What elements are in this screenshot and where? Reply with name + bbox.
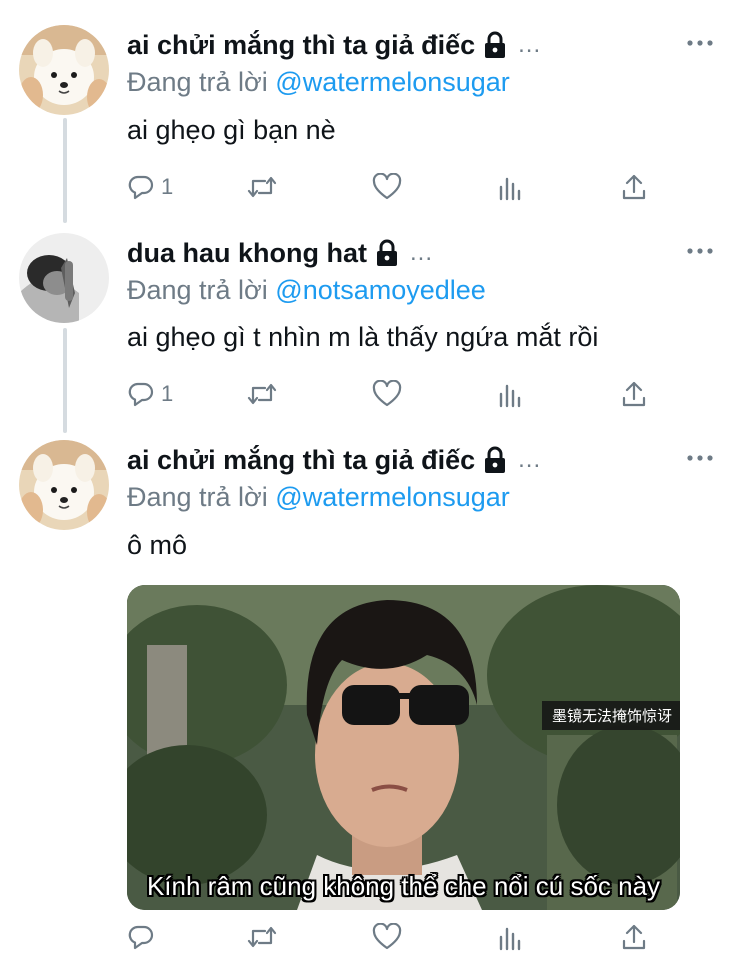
reply-icon [128, 382, 154, 407]
tweet-header: dua hau khong hat ... [127, 233, 433, 273]
share-icon [622, 924, 646, 950]
replying-to: Đang trả lời @watermelonsugar [127, 482, 510, 513]
handle-ellipsis: ... [410, 239, 434, 266]
like-icon [372, 380, 402, 407]
mention-link[interactable]: @watermelonsugar [275, 67, 510, 97]
media-watermark-tag: 墨镜无法掩饰惊讶 [541, 701, 680, 730]
handle-ellipsis: ... [518, 446, 542, 473]
mention-link[interactable]: @notsamoyedlee [275, 275, 486, 305]
retweet-icon [247, 926, 277, 948]
retweet-button[interactable] [247, 377, 277, 411]
share-icon [622, 381, 646, 407]
analytics-button[interactable] [497, 920, 523, 954]
like-button[interactable] [372, 920, 402, 954]
analytics-button[interactable] [497, 170, 523, 204]
retweet-button[interactable] [247, 920, 277, 954]
more-icon[interactable] [686, 243, 714, 254]
analytics-button[interactable] [497, 377, 523, 411]
avatar-person[interactable] [19, 233, 109, 323]
replying-to-prefix: Đang trả lời [127, 482, 268, 512]
tweet-media-image[interactable]: 墨镜无法掩饰惊讶 Kính râm cũng không thể che nổi… [127, 585, 680, 910]
avatar-white-dog[interactable] [19, 440, 109, 530]
lock-icon [482, 31, 508, 59]
lock-icon [482, 446, 508, 474]
like-icon [372, 923, 402, 950]
display-name[interactable]: ai chửi mắng thì ta giả điếc [127, 30, 475, 61]
replying-to-prefix: Đang trả lời [127, 67, 268, 97]
media-caption: Kính râm cũng không thể che nổi cú sốc n… [146, 871, 661, 901]
handle-ellipsis: ... [518, 31, 542, 58]
tweet-text: ai ghẹo gì t nhìn m là thấy ngứa mắt rồi [127, 322, 599, 352]
share-button[interactable] [621, 377, 647, 411]
action-bar: 1 [127, 170, 647, 204]
tweet-text: ô mô [127, 530, 188, 560]
replying-to-prefix: Đang trả lời [127, 275, 268, 305]
like-button[interactable] [372, 377, 402, 411]
more-icon[interactable] [686, 35, 714, 46]
tweet-text: ai ghẹo gì bạn nè [127, 115, 336, 145]
reply-button[interactable] [127, 920, 161, 954]
share-button[interactable] [621, 170, 647, 204]
analytics-icon [499, 177, 521, 201]
action-bar [127, 920, 647, 954]
retweet-button[interactable] [247, 170, 277, 204]
retweet-icon [247, 176, 277, 198]
like-button[interactable] [372, 170, 402, 204]
tweet-2[interactable]: dua hau khong hat ... Đang trả lời @nots… [0, 233, 740, 423]
reply-count: 1 [161, 174, 174, 199]
retweet-icon [247, 383, 277, 405]
reply-count: 1 [161, 381, 174, 406]
replying-to: Đang trả lời @notsamoyedlee [127, 275, 486, 306]
display-name[interactable]: dua hau khong hat [127, 238, 367, 269]
reply-icon [128, 175, 154, 200]
mention-link[interactable]: @watermelonsugar [275, 482, 510, 512]
more-icon[interactable] [686, 450, 714, 461]
share-icon [622, 174, 646, 200]
reply-button[interactable]: 1 [127, 377, 173, 411]
reply-icon [128, 925, 154, 950]
analytics-icon [499, 927, 521, 951]
display-name[interactable]: ai chửi mắng thì ta giả điếc [127, 445, 475, 476]
lock-icon [374, 239, 400, 267]
avatar-white-dog[interactable] [19, 25, 109, 115]
tweet-1[interactable]: ai chửi mắng thì ta giả điếc ... Đang tr… [0, 25, 740, 215]
like-icon [372, 173, 402, 200]
share-button[interactable] [621, 920, 647, 954]
replying-to: Đang trả lời @watermelonsugar [127, 67, 510, 98]
action-bar: 1 [127, 377, 647, 411]
analytics-icon [499, 384, 521, 408]
tweet-header: ai chửi mắng thì ta giả điếc ... [127, 25, 541, 65]
tweet-header: ai chửi mắng thì ta giả điếc ... [127, 440, 541, 480]
reply-button[interactable]: 1 [127, 170, 173, 204]
